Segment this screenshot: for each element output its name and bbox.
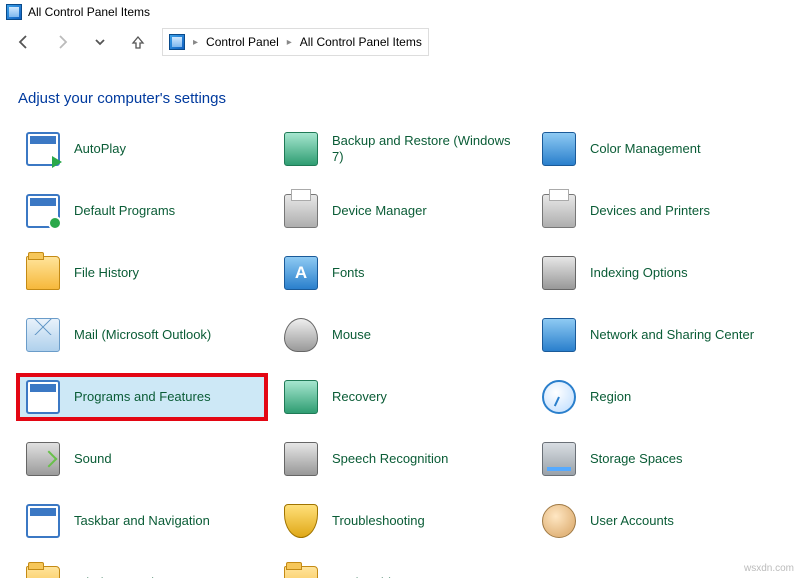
item-programs-features[interactable]: Programs and Features — [18, 375, 266, 419]
item-region[interactable]: Region — [534, 375, 782, 419]
item-device-manager[interactable]: Device Manager — [276, 189, 524, 233]
storage-icon — [542, 442, 576, 476]
item-file-history[interactable]: File History — [18, 251, 266, 295]
item-mail[interactable]: Mail (Microsoft Outlook) — [18, 313, 266, 357]
item-label: Taskbar and Navigation — [74, 513, 210, 529]
region-icon — [542, 380, 576, 414]
up-button[interactable] — [124, 28, 152, 56]
item-taskbar-navigation[interactable]: Taskbar and Navigation — [18, 499, 266, 543]
page-heading: Adjust your computer's settings — [0, 60, 800, 127]
programs-icon — [26, 380, 60, 414]
item-label: Programs and Features — [74, 389, 211, 405]
item-work-folders[interactable]: Work Folders — [276, 561, 524, 578]
mail-icon — [26, 318, 60, 352]
navigation-bar: ▸ Control Panel ▸ All Control Panel Item… — [0, 24, 800, 60]
autoplay-icon — [26, 132, 60, 166]
item-label: Color Management — [590, 141, 701, 157]
item-label: Network and Sharing Center — [590, 327, 754, 343]
item-mouse[interactable]: Mouse — [276, 313, 524, 357]
item-label: Sound — [74, 451, 112, 467]
chevron-right-icon: ▸ — [285, 37, 294, 48]
fonts-icon: A — [284, 256, 318, 290]
item-label: AutoPlay — [74, 141, 126, 157]
windows-tools-icon — [26, 566, 60, 578]
item-storage-spaces[interactable]: Storage Spaces — [534, 437, 782, 481]
control-panel-grid: AutoPlay Backup and Restore (Windows 7) … — [0, 127, 800, 578]
chevron-right-icon: ▸ — [191, 37, 200, 48]
item-fonts[interactable]: A Fonts — [276, 251, 524, 295]
item-speech-recognition[interactable]: Speech Recognition — [276, 437, 524, 481]
address-icon — [169, 34, 185, 50]
item-label: Indexing Options — [590, 265, 688, 281]
item-autoplay[interactable]: AutoPlay — [18, 127, 266, 171]
item-sound[interactable]: Sound — [18, 437, 266, 481]
device-manager-icon — [284, 194, 318, 228]
item-indexing-options[interactable]: Indexing Options — [534, 251, 782, 295]
forward-button[interactable] — [48, 28, 76, 56]
watermark: wsxdn.com — [744, 563, 794, 574]
item-label: User Accounts — [590, 513, 674, 529]
indexing-icon — [542, 256, 576, 290]
window-title: All Control Panel Items — [28, 5, 150, 19]
item-troubleshooting[interactable]: Troubleshooting — [276, 499, 524, 543]
color-icon — [542, 132, 576, 166]
taskbar-icon — [26, 504, 60, 538]
item-label: Mail (Microsoft Outlook) — [74, 327, 211, 343]
sound-icon — [26, 442, 60, 476]
item-label: Device Manager — [332, 203, 427, 219]
control-panel-icon — [6, 4, 22, 20]
work-folders-icon — [284, 566, 318, 578]
troubleshoot-icon — [284, 504, 318, 538]
printer-icon — [542, 194, 576, 228]
backup-icon — [284, 132, 318, 166]
item-windows-tools[interactable]: Windows Tools — [18, 561, 266, 578]
item-label: Troubleshooting — [332, 513, 425, 529]
back-button[interactable] — [10, 28, 38, 56]
item-label: Mouse — [332, 327, 371, 343]
item-user-accounts[interactable]: User Accounts — [534, 499, 782, 543]
item-devices-printers[interactable]: Devices and Printers — [534, 189, 782, 233]
item-color-management[interactable]: Color Management — [534, 127, 782, 171]
default-programs-icon — [26, 194, 60, 228]
address-bar[interactable]: ▸ Control Panel ▸ All Control Panel Item… — [162, 28, 429, 56]
item-network-sharing[interactable]: Network and Sharing Center — [534, 313, 782, 357]
item-label: Recovery — [332, 389, 387, 405]
recent-locations-button[interactable] — [86, 28, 114, 56]
speech-icon — [284, 442, 318, 476]
network-icon — [542, 318, 576, 352]
recovery-icon — [284, 380, 318, 414]
window-titlebar: All Control Panel Items — [0, 0, 800, 24]
item-recovery[interactable]: Recovery — [276, 375, 524, 419]
item-label: Devices and Printers — [590, 203, 710, 219]
item-label: Storage Spaces — [590, 451, 683, 467]
mouse-icon — [284, 318, 318, 352]
item-label: Region — [590, 389, 631, 405]
item-label: Default Programs — [74, 203, 175, 219]
item-label: File History — [74, 265, 139, 281]
user-accounts-icon — [542, 504, 576, 538]
breadcrumb-root[interactable]: Control Panel — [206, 35, 279, 49]
item-label: Speech Recognition — [332, 451, 448, 467]
breadcrumb-current[interactable]: All Control Panel Items — [300, 35, 422, 49]
item-backup-restore[interactable]: Backup and Restore (Windows 7) — [276, 127, 524, 171]
item-default-programs[interactable]: Default Programs — [18, 189, 266, 233]
item-label: Fonts — [332, 265, 365, 281]
file-history-icon — [26, 256, 60, 290]
item-label: Backup and Restore (Windows 7) — [332, 133, 516, 164]
